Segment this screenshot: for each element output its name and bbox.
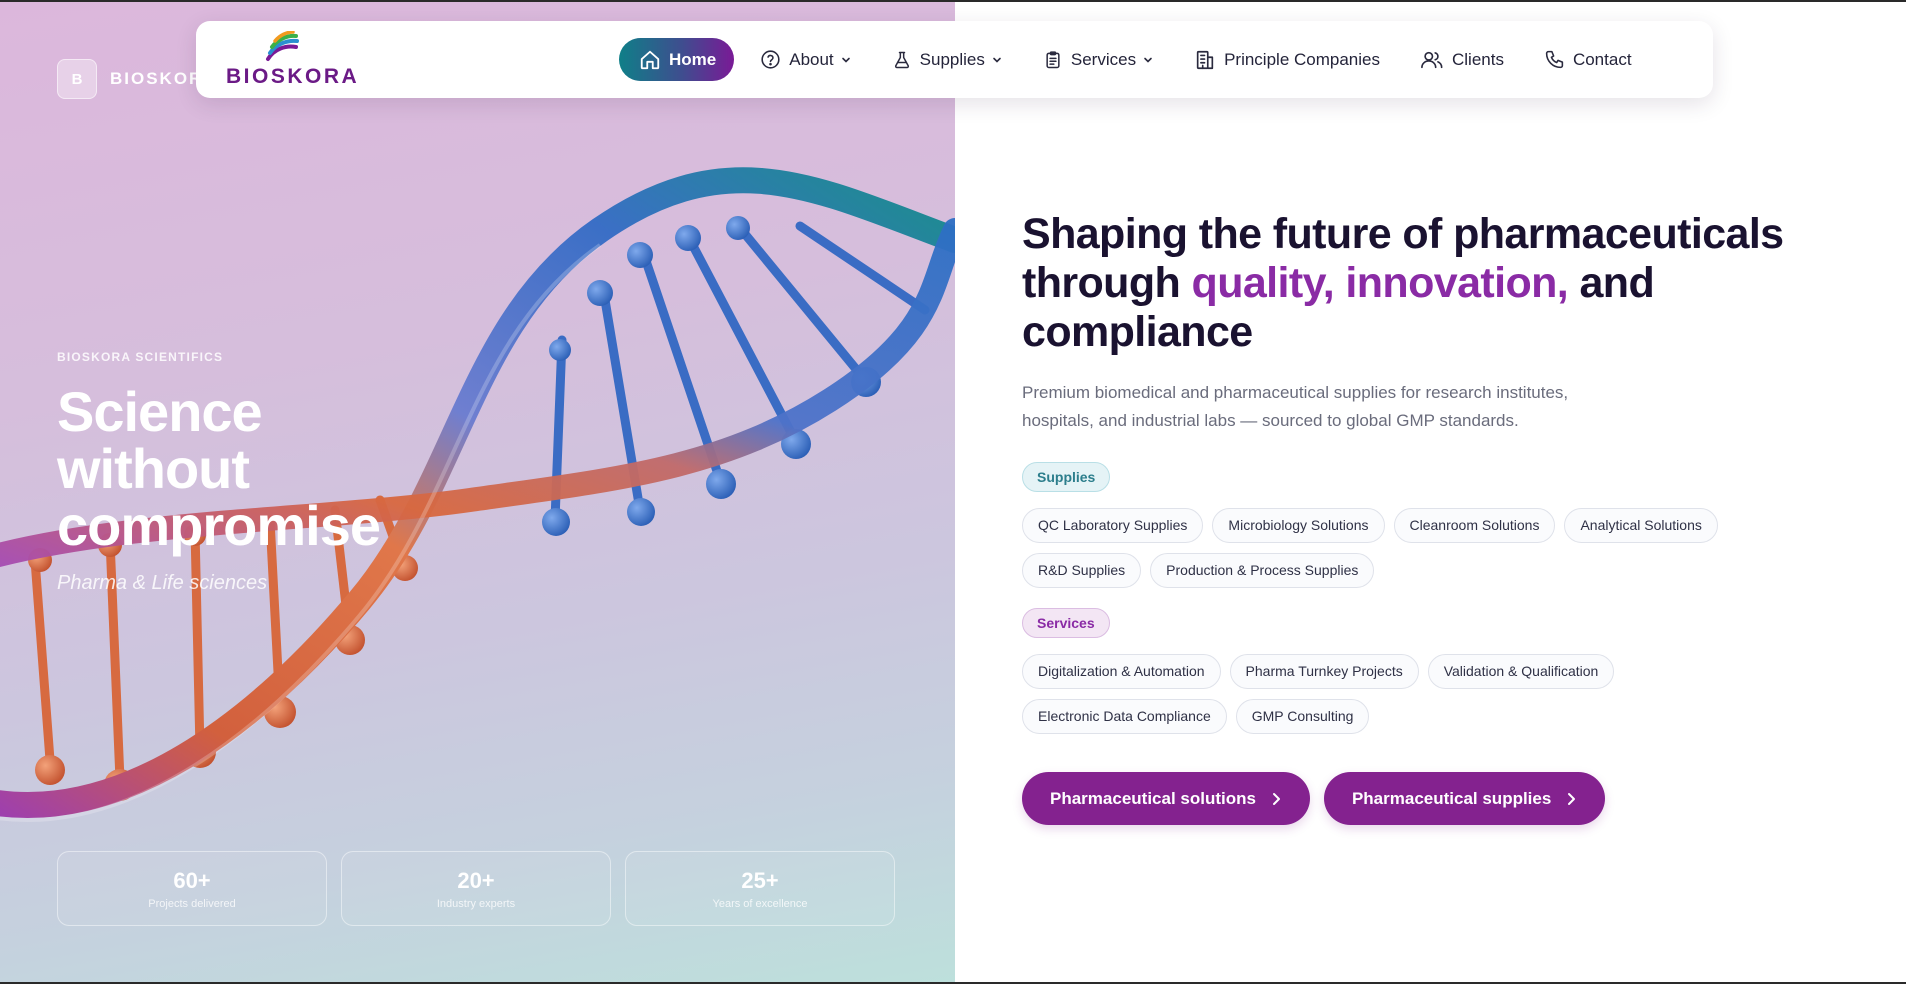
nav-item-label: Services bbox=[1070, 49, 1137, 69]
clipboard-icon bbox=[1046, 50, 1060, 68]
services-tag: Services bbox=[1022, 608, 1110, 638]
service-pill[interactable]: Validation & Qualification bbox=[1427, 654, 1615, 689]
home-icon bbox=[640, 50, 660, 69]
headline-accent: quality, innovation, bbox=[1191, 259, 1569, 307]
stat-card: 20+ Industry experts bbox=[341, 851, 611, 926]
hero-subtitle: Pharma & Life sciences bbox=[57, 572, 268, 594]
cta-label: Pharmaceutical solutions bbox=[1050, 788, 1256, 808]
stats-row: 60+ Projects delivered 20+ Industry expe… bbox=[57, 851, 895, 926]
supplies-pill-list: QC Laboratory Supplies Microbiology Solu… bbox=[1022, 508, 1782, 588]
nav-menu: Home About Supplies Services Principle C… bbox=[619, 38, 1652, 81]
hero-title: Science without compromise bbox=[57, 383, 477, 554]
supplies-tag: Supplies bbox=[1022, 462, 1111, 492]
nav-item-label: Principle Companies bbox=[1224, 49, 1380, 69]
supply-pill[interactable]: Analytical Solutions bbox=[1564, 508, 1718, 543]
chevron-down-icon bbox=[993, 57, 1001, 63]
supply-pill[interactable]: Cleanroom Solutions bbox=[1393, 508, 1556, 543]
hero-title-line: without bbox=[57, 437, 250, 500]
brand-mark-badge[interactable]: B bbox=[57, 59, 97, 99]
nav-item-home[interactable]: Home bbox=[619, 38, 735, 81]
logo-swoosh-icon bbox=[266, 31, 299, 61]
lead-paragraph: Premium biomedical and pharmaceutical su… bbox=[1022, 383, 1569, 430]
nav-item-supplies[interactable]: Supplies bbox=[872, 38, 1023, 81]
nav-item-contact[interactable]: Contact bbox=[1524, 38, 1652, 81]
nav-item-principle-companies[interactable]: Principle Companies bbox=[1174, 38, 1400, 81]
phone-icon bbox=[1545, 50, 1564, 69]
supply-pill[interactable]: Microbiology Solutions bbox=[1212, 508, 1385, 543]
bioskora-logo[interactable]: BIOSKORA bbox=[226, 31, 357, 91]
pharmaceutical-solutions-button[interactable]: Pharmaceutical solutions bbox=[1022, 772, 1310, 825]
stat-label: Years of excellence bbox=[712, 897, 808, 910]
logo-wordmark: BIOSKORA bbox=[226, 65, 360, 88]
hero-panel: B BIOSKORA BIOSKORA SCIENTIFICS Science … bbox=[0, 0, 955, 984]
service-pill[interactable]: Digitalization & Automation bbox=[1022, 654, 1221, 689]
hero-title-line: Science bbox=[57, 380, 263, 443]
service-pill[interactable]: Electronic Data Compliance bbox=[1022, 699, 1227, 734]
nav-item-clients[interactable]: Clients bbox=[1400, 38, 1524, 81]
nav-item-label: Supplies bbox=[919, 49, 985, 69]
nav-item-label: Home bbox=[669, 49, 717, 69]
supply-pill[interactable]: R&D Supplies bbox=[1022, 553, 1142, 588]
building-icon bbox=[1196, 50, 1214, 69]
chevron-right-icon bbox=[1272, 792, 1280, 805]
services-pill-list: Digitalization & Automation Pharma Turnk… bbox=[1022, 654, 1782, 734]
cta-row: Pharmaceutical solutions Pharmaceutical … bbox=[1022, 772, 1882, 825]
service-pill[interactable]: GMP Consulting bbox=[1235, 699, 1370, 734]
nav-item-about[interactable]: About bbox=[740, 38, 871, 81]
stat-value: 20+ bbox=[457, 867, 495, 893]
nav-item-services[interactable]: Services bbox=[1023, 38, 1174, 81]
main-headline: Shaping the future of pharmaceuticals th… bbox=[1022, 210, 1882, 357]
supply-pill[interactable]: QC Laboratory Supplies bbox=[1022, 508, 1204, 543]
main-navbar: BIOSKORA Home About Supplies Services Pr… bbox=[196, 21, 1713, 98]
pharmaceutical-supplies-button[interactable]: Pharmaceutical supplies bbox=[1323, 772, 1606, 825]
chevron-down-icon bbox=[841, 57, 850, 63]
nav-item-label: Contact bbox=[1572, 49, 1632, 69]
supply-pill[interactable]: Production & Process Supplies bbox=[1150, 553, 1375, 588]
stat-value: 25+ bbox=[741, 867, 779, 893]
service-pill[interactable]: Pharma Turnkey Projects bbox=[1229, 654, 1419, 689]
stat-value: 60+ bbox=[173, 867, 211, 893]
flask-icon bbox=[894, 51, 909, 68]
stat-card: 60+ Projects delivered bbox=[57, 851, 327, 926]
hero-title-line: compromise bbox=[57, 494, 381, 557]
window-top-border bbox=[0, 0, 1906, 2]
chevron-down-icon bbox=[1144, 57, 1152, 63]
stat-label: Projects delivered bbox=[148, 897, 236, 910]
stat-label: Industry experts bbox=[436, 897, 516, 910]
nav-item-label: Clients bbox=[1451, 49, 1504, 69]
users-icon bbox=[1421, 51, 1443, 68]
hero-content: Shaping the future of pharmaceuticals th… bbox=[1022, 210, 1882, 825]
cta-label: Pharmaceutical supplies bbox=[1351, 788, 1552, 808]
help-circle-icon bbox=[761, 50, 780, 69]
stat-card: 25+ Years of excellence bbox=[625, 851, 895, 926]
hero-eyebrow: BIOSKORA SCIENTIFICS bbox=[57, 350, 224, 364]
chevron-right-icon bbox=[1568, 792, 1576, 805]
nav-item-label: About bbox=[789, 49, 834, 69]
